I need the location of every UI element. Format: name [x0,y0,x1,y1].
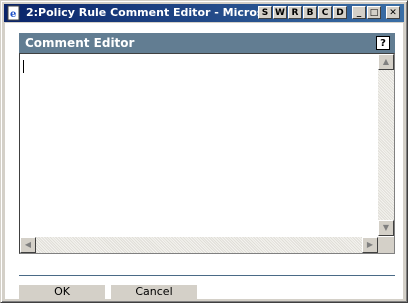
scroll-down-icon[interactable]: ▼ [378,220,394,236]
ie-page-icon: e [7,5,20,21]
comment-textarea[interactable]: ▲ ▼ ◀ ▶ [19,53,395,254]
scroll-up-icon[interactable]: ▲ [378,54,394,70]
divider [19,275,395,276]
scrollbar-corner [378,237,394,253]
help-icon[interactable]: ? [376,36,390,50]
horizontal-scrollbar[interactable]: ◀ ▶ [20,237,378,253]
toolbar-button-s[interactable]: S [258,6,272,19]
panel-title: Comment Editor [25,36,135,50]
title-bar[interactable]: e 2:Policy Rule Comment Editor - Microso… [4,4,404,22]
ok-button[interactable]: OK [19,285,105,299]
svg-text:e: e [10,9,16,20]
text-caret [23,60,24,73]
panel-header: Comment Editor ? [19,33,395,53]
toolbar-button-w[interactable]: W [273,6,287,19]
dialog-window: e 2:Policy Rule Comment Editor - Microso… [0,0,408,303]
toolbar-button-b[interactable]: B [303,6,317,19]
vertical-scrollbar[interactable]: ▲ ▼ [378,54,394,236]
minimize-button[interactable]: _ [352,6,366,19]
scroll-right-icon[interactable]: ▶ [362,237,378,253]
cancel-button[interactable]: Cancel [111,285,197,299]
toolbar-button-r[interactable]: R [288,6,302,19]
window-title: 2:Policy Rule Comment Editor - Microsoft [26,6,258,19]
toolbar-button-c[interactable]: C [318,6,332,19]
scroll-left-icon[interactable]: ◀ [20,237,36,253]
close-button[interactable]: ✕ [386,6,400,19]
dialog-content: Comment Editor ? ▲ ▼ ◀ ▶ OK Cancel [5,23,403,299]
maximize-button[interactable]: □ [367,6,381,19]
toolbar-button-d[interactable]: D [333,6,347,19]
